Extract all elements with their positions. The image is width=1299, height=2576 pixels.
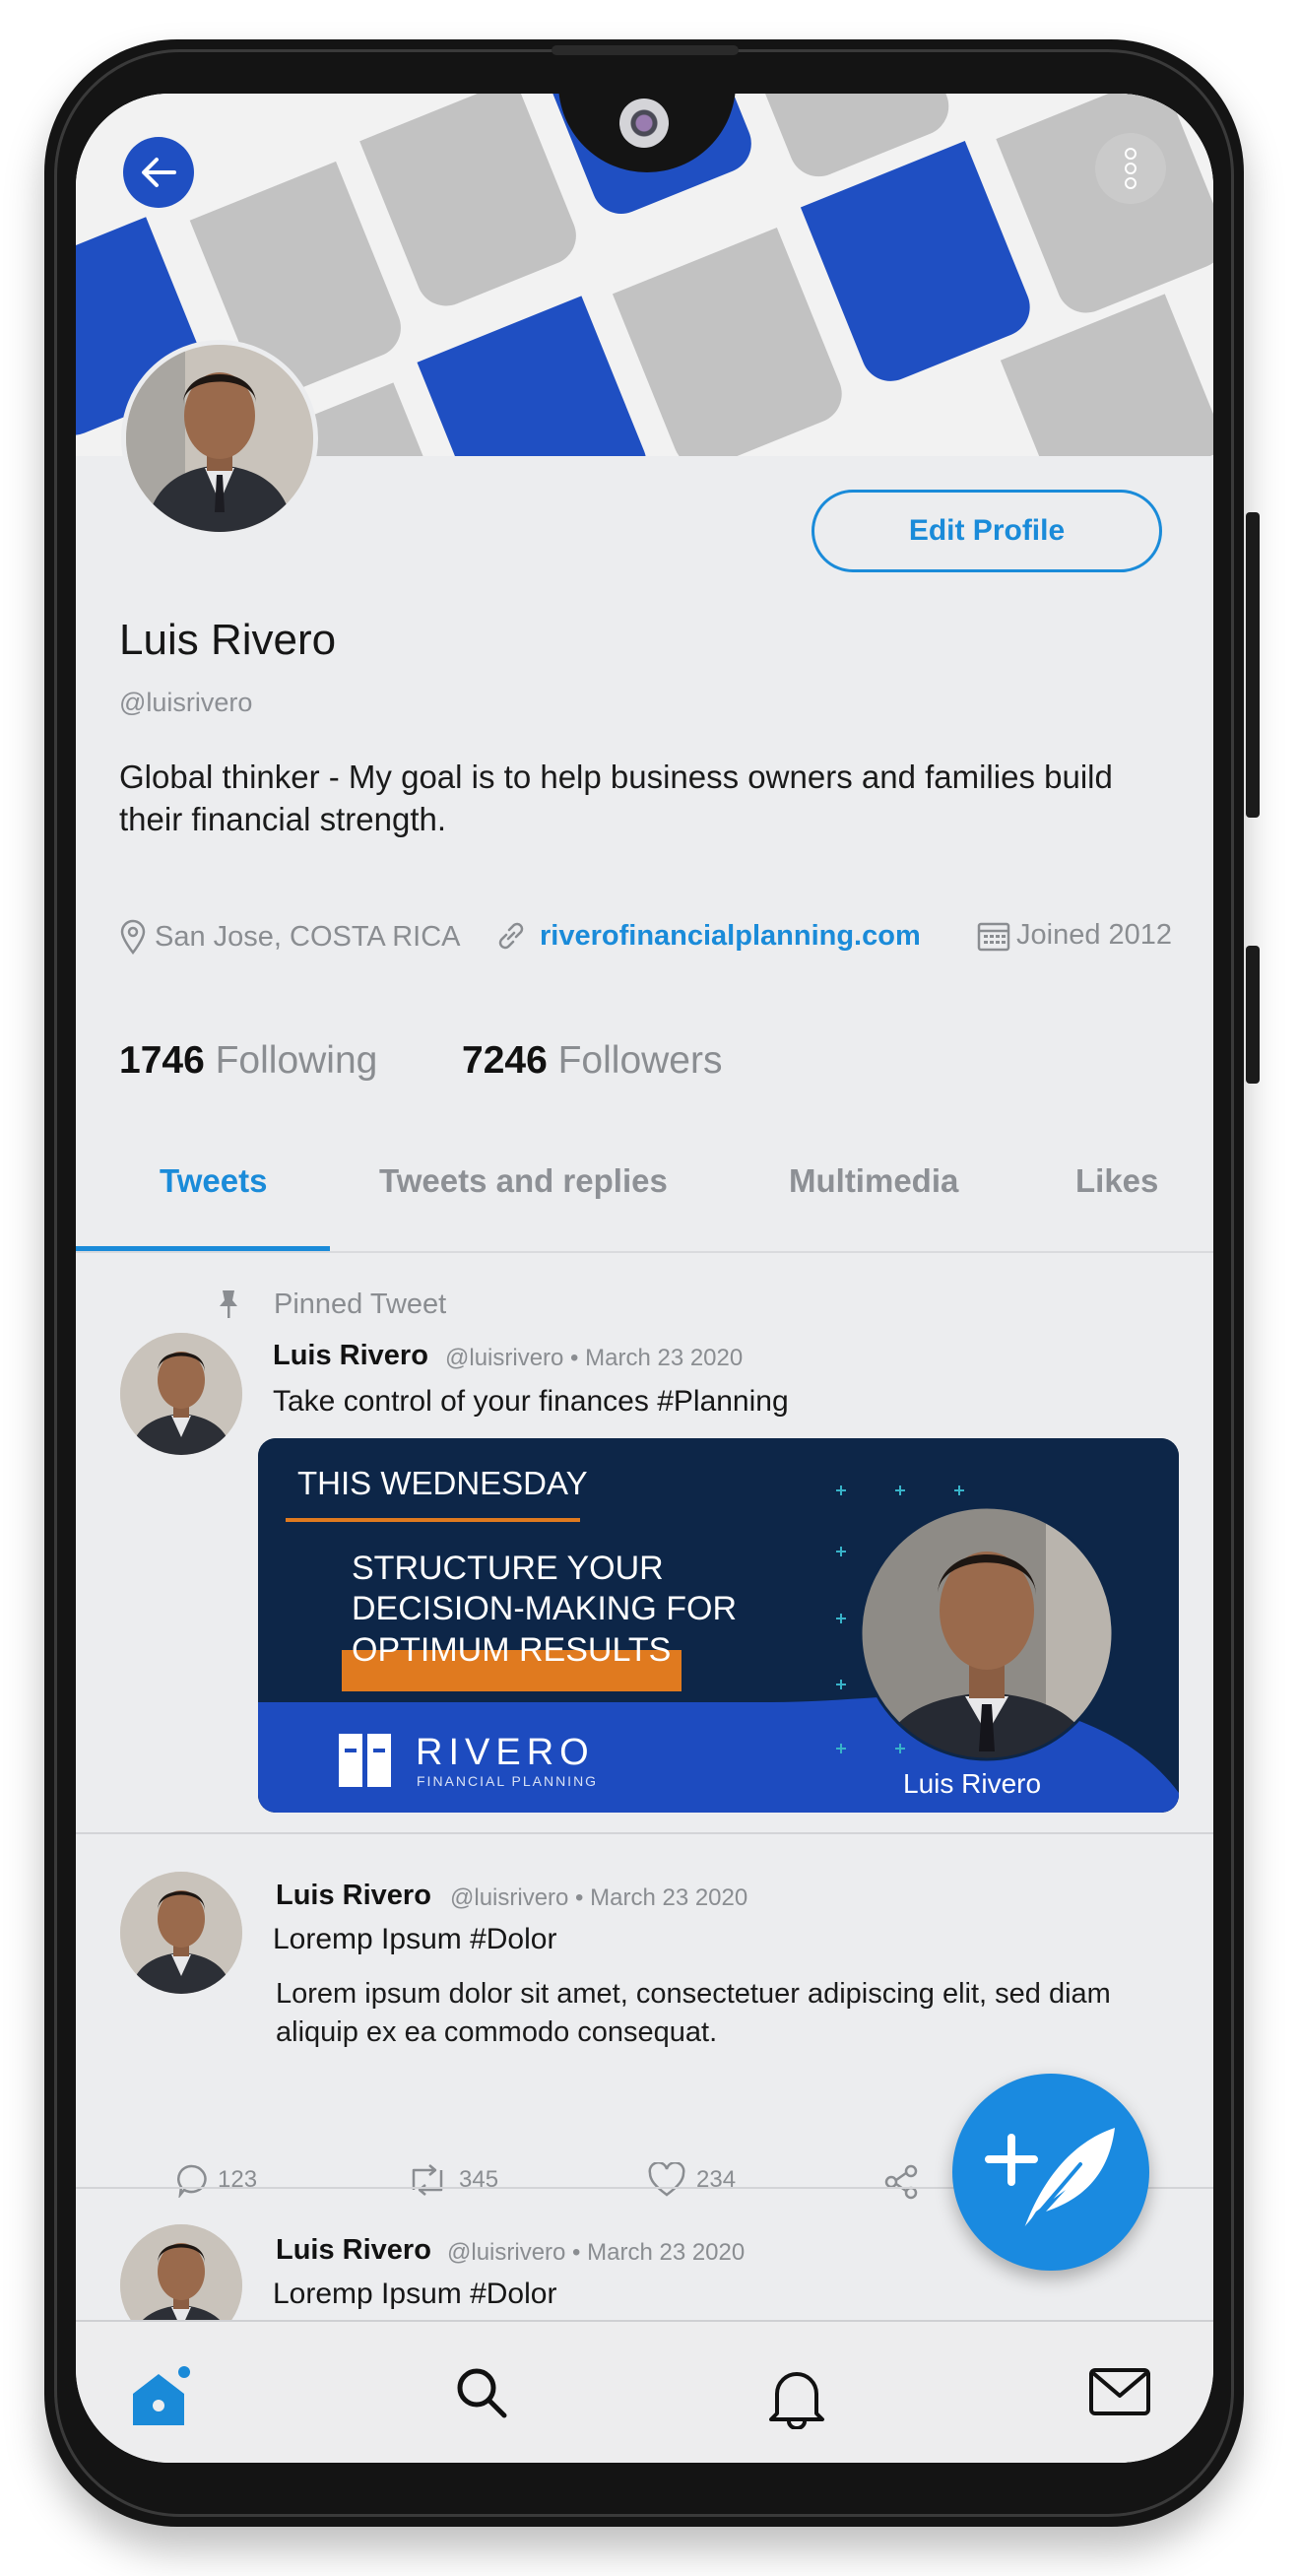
tweet-meta: @luisrivero • March 23 2020 xyxy=(447,2239,746,2266)
pinned-label: Pinned Tweet xyxy=(274,1288,447,1320)
app-screen: Edit Profile Luis Rivero @luisrivero Glo… xyxy=(76,94,1213,2463)
followers-count: 7246 xyxy=(462,1039,548,1082)
promo-line-1: STRUCTURE YOUR xyxy=(352,1550,664,1587)
power-button xyxy=(1246,512,1260,818)
promo-brand-sub: FINANCIAL PLANNING xyxy=(417,1773,599,1789)
volume-button xyxy=(1246,946,1260,1084)
share-action[interactable] xyxy=(881,2162,921,2202)
tweet-divider xyxy=(76,1832,1213,1834)
location-text: San Jose, COSTA RICA xyxy=(155,920,461,953)
like-action[interactable]: 234 xyxy=(647,2162,736,2198)
following-label: Following xyxy=(215,1039,378,1082)
website-link[interactable]: riverofinancialplanning.com xyxy=(540,920,921,953)
following-count: 1746 xyxy=(119,1039,205,1082)
arrow-left-icon xyxy=(142,158,176,187)
retweet-action[interactable]: 345 xyxy=(406,2162,498,2198)
tweet-body: Lorem ipsum dolor sit amet, consectetuer… xyxy=(276,1978,1111,2048)
active-tab-indicator xyxy=(76,1246,330,1251)
tab-tweets[interactable]: Tweets xyxy=(160,1162,267,1200)
tweet-meta: @luisrivero • March 23 2020 xyxy=(450,1884,748,1911)
tweet-author[interactable]: Luis Rivero xyxy=(276,1880,431,1912)
profile-bio: Global thinker - My goal is to help busi… xyxy=(119,759,1113,837)
tabs-divider xyxy=(76,1251,1213,1253)
heart-icon xyxy=(648,2162,685,2197)
promo-caption: Luis Rivero xyxy=(903,1768,1042,1799)
promo-highlight: OPTIMUM RESULTS xyxy=(352,1631,672,1669)
person-photo xyxy=(120,1872,242,1994)
like-count: 234 xyxy=(696,2166,737,2193)
tweet-title: Loremp Ipsum #Dolor xyxy=(273,1923,557,1955)
search-icon[interactable] xyxy=(453,2364,512,2423)
tweet-meta: @luisrivero • March 23 2020 xyxy=(445,1345,744,1371)
profile-joined: Joined 2012 xyxy=(977,919,1172,952)
more-options-button[interactable] xyxy=(1095,133,1166,204)
tweet-text: Take control of your finances #Planning xyxy=(273,1385,789,1418)
tweet-media-image[interactable]: THIS WEDNESDAY STRUCTURE YOUR DECISION-M… xyxy=(258,1438,1179,1813)
tweet-author[interactable]: Luis Rivero xyxy=(276,2234,431,2267)
calendar-icon xyxy=(977,922,1010,951)
compose-tweet-button[interactable] xyxy=(952,2074,1149,2271)
promo-line-2: DECISION-MAKING FOR xyxy=(352,1590,738,1627)
following-stat[interactable]: 1746 Following xyxy=(119,1039,377,1083)
tab-likes[interactable]: Likes xyxy=(1075,1162,1158,1200)
promo-brand: RIVERO xyxy=(416,1732,595,1773)
share-icon xyxy=(884,2164,918,2200)
reply-icon xyxy=(176,2164,207,2198)
more-vertical-icon xyxy=(1125,148,1137,189)
compose-feather-icon xyxy=(985,2128,1115,2233)
location-pin-icon xyxy=(120,919,146,955)
person-photo xyxy=(126,345,313,532)
tweet-avatar[interactable] xyxy=(120,1872,242,1994)
followers-stat[interactable]: 7246 Followers xyxy=(462,1039,722,1083)
joined-text: Joined 2012 xyxy=(1016,919,1173,951)
link-icon xyxy=(498,922,524,950)
followers-label: Followers xyxy=(557,1039,723,1082)
bottom-navigation xyxy=(76,2320,1213,2463)
retweet-icon xyxy=(412,2164,443,2196)
mail-icon[interactable] xyxy=(1087,2364,1152,2419)
front-camera xyxy=(619,99,669,148)
promo-kicker: THIS WEDNESDAY xyxy=(297,1465,588,1501)
profile-handle: @luisrivero xyxy=(119,688,253,717)
tab-tweets-and-replies[interactable]: Tweets and replies xyxy=(379,1162,668,1200)
tweet-title: Loremp Ipsum #Dolor xyxy=(273,2278,557,2310)
tweet-avatar[interactable] xyxy=(120,1333,242,1455)
bell-icon[interactable] xyxy=(765,2364,828,2429)
profile-name: Luis Rivero xyxy=(119,616,337,664)
back-button[interactable] xyxy=(123,137,194,208)
profile-avatar[interactable] xyxy=(121,340,318,537)
person-photo xyxy=(120,1333,242,1455)
profile-website[interactable]: riverofinancialplanning.com xyxy=(494,919,921,953)
pin-icon xyxy=(220,1290,237,1318)
reply-count: 123 xyxy=(218,2166,258,2193)
home-icon[interactable] xyxy=(127,2364,196,2433)
reply-action[interactable]: 123 xyxy=(174,2162,257,2198)
edit-profile-button[interactable]: Edit Profile xyxy=(812,490,1162,572)
tab-multimedia[interactable]: Multimedia xyxy=(789,1162,958,1200)
retweet-count: 345 xyxy=(459,2166,499,2193)
profile-location: San Jose, COSTA RICA xyxy=(119,919,461,955)
tweet-author[interactable]: Luis Rivero xyxy=(273,1340,428,1372)
earpiece xyxy=(552,45,739,55)
